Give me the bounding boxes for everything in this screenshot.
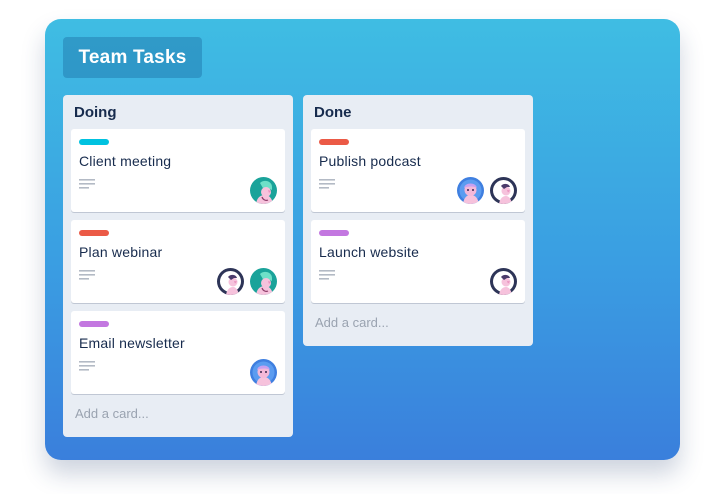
- card-email-newsletter[interactable]: Email newsletter: [71, 311, 285, 394]
- card-label[interactable]: [79, 139, 109, 145]
- card-label[interactable]: [79, 230, 109, 236]
- add-card-button[interactable]: Add a card...: [75, 406, 149, 421]
- board-title[interactable]: Team Tasks: [63, 37, 202, 78]
- card-label[interactable]: [79, 321, 109, 327]
- card-title: Plan webinar: [79, 244, 163, 260]
- card-publish-podcast[interactable]: Publish podcast: [311, 129, 525, 212]
- list-done: Done Publish podcast Launch website Add …: [303, 95, 533, 346]
- description-lines-icon: [79, 270, 95, 280]
- description-lines-icon: [319, 270, 335, 280]
- card-title: Launch website: [319, 244, 420, 260]
- card-label[interactable]: [319, 139, 349, 145]
- description-lines-icon: [79, 361, 95, 371]
- card-title: Publish podcast: [319, 153, 421, 169]
- member-avatar-dark[interactable]: [490, 177, 517, 204]
- description-lines-icon: [79, 179, 95, 189]
- card-label[interactable]: [319, 230, 349, 236]
- card-plan-webinar[interactable]: Plan webinar: [71, 220, 285, 303]
- card-client-meeting[interactable]: Client meeting: [71, 129, 285, 212]
- member-avatar-blue[interactable]: [250, 359, 277, 386]
- list-title[interactable]: Done: [314, 104, 352, 121]
- card-title: Client meeting: [79, 153, 172, 169]
- card-title: Email newsletter: [79, 335, 185, 351]
- member-avatar-dark[interactable]: [490, 268, 517, 295]
- list-doing: Doing Client meeting Plan webinar Email …: [63, 95, 293, 437]
- list-title[interactable]: Doing: [74, 104, 117, 121]
- board: Team Tasks Doing Client meeting Plan web…: [45, 19, 680, 460]
- member-avatar-teal[interactable]: [250, 177, 277, 204]
- add-card-button[interactable]: Add a card...: [315, 315, 389, 330]
- card-launch-website[interactable]: Launch website: [311, 220, 525, 303]
- description-lines-icon: [319, 179, 335, 189]
- member-avatar-teal[interactable]: [250, 268, 277, 295]
- member-avatar-blue[interactable]: [457, 177, 484, 204]
- member-avatar-dark[interactable]: [217, 268, 244, 295]
